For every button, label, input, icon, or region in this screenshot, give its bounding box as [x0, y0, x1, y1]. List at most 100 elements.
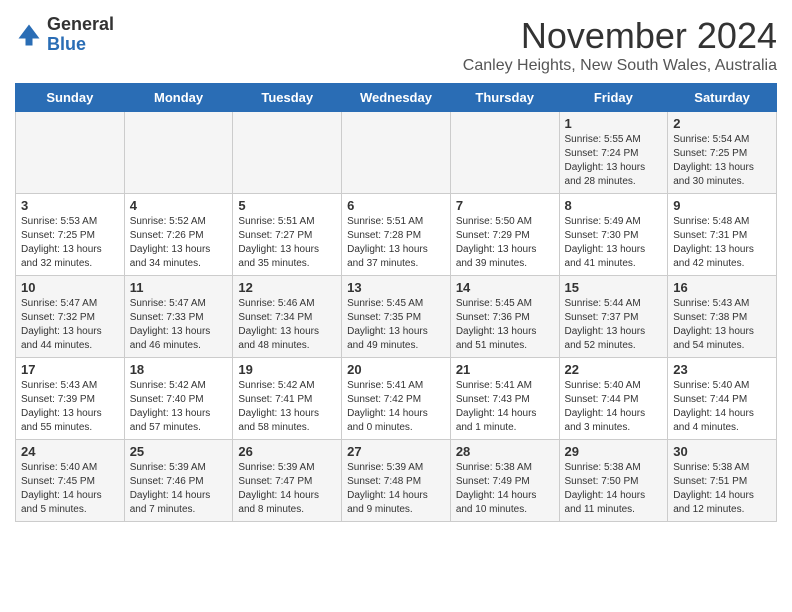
calendar-week-row: 17Sunrise: 5:43 AMSunset: 7:39 PMDayligh… [16, 358, 777, 440]
day-number: 27 [347, 444, 445, 459]
day-info: Sunrise: 5:42 AMSunset: 7:40 PMDaylight:… [130, 379, 228, 435]
calendar-week-row: 3Sunrise: 5:53 AMSunset: 7:25 PMDaylight… [16, 194, 777, 276]
logo: General Blue [15, 15, 114, 55]
day-number: 2 [673, 116, 771, 131]
logo-general: General [47, 14, 114, 34]
logo-blue: Blue [47, 34, 86, 54]
day-number: 29 [565, 444, 663, 459]
day-info: Sunrise: 5:40 AMSunset: 7:44 PMDaylight:… [673, 379, 771, 435]
day-info: Sunrise: 5:40 AMSunset: 7:45 PMDaylight:… [21, 461, 119, 517]
calendar-cell: 7 Sunrise: 5:50 AMSunset: 7:29 PMDaylight… [450, 194, 559, 276]
day-number: 10 [21, 280, 119, 295]
day-number: 7 [456, 198, 554, 213]
day-number: 28 [456, 444, 554, 459]
calendar-cell: 30Sunrise: 5:38 AMSunset: 7:51 PMDayligh… [668, 440, 777, 522]
day-info: Sunrise: 5:45 AMSunset: 7:35 PMDaylight:… [347, 297, 445, 353]
calendar-cell: 24 Sunrise: 5:40 AMSunset: 7:45 PMDayligh… [16, 440, 125, 522]
calendar-cell: 21Sunrise: 5:41 AMSunset: 7:43 PMDayligh… [450, 358, 559, 440]
calendar-cell: 6 Sunrise: 5:51 AMSunset: 7:28 PMDaylight… [342, 194, 451, 276]
day-number: 12 [238, 280, 336, 295]
calendar-cell: 9Sunrise: 5:48 AMSunset: 7:31 PMDaylight… [668, 194, 777, 276]
weekday-header: Thursday [450, 84, 559, 112]
day-number: 21 [456, 362, 554, 377]
day-info: Sunrise: 5:47 AMSunset: 7:32 PMDaylight:… [21, 297, 119, 353]
calendar-cell: 13 Sunrise: 5:45 AMSunset: 7:35 PMDayligh… [342, 276, 451, 358]
day-info: Sunrise: 5:45 AMSunset: 7:36 PMDaylight:… [456, 297, 554, 353]
day-info: Sunrise: 5:50 AMSunset: 7:29 PMDaylight:… [456, 215, 554, 271]
day-number: 17 [21, 362, 119, 377]
calendar-cell: 22 Sunrise: 5:40 AMSunset: 7:44 PMDayligh… [559, 358, 668, 440]
calendar-cell: 25 Sunrise: 5:39 AMSunset: 7:46 PMDayligh… [124, 440, 233, 522]
logo-text: General Blue [47, 15, 114, 55]
calendar-cell: 16 Sunrise: 5:43 AMSunset: 7:38 PMDayligh… [668, 276, 777, 358]
day-info: Sunrise: 5:44 AMSunset: 7:37 PMDaylight:… [565, 297, 663, 353]
day-info: Sunrise: 5:41 AMSunset: 7:42 PMDaylight:… [347, 379, 445, 435]
day-info: Sunrise: 5:51 AMSunset: 7:27 PMDaylight:… [238, 215, 336, 271]
day-number: 1 [565, 116, 663, 131]
day-info: Sunrise: 5:39 AMSunset: 7:47 PMDaylight:… [238, 461, 336, 517]
calendar-week-row: 24 Sunrise: 5:40 AMSunset: 7:45 PMDayligh… [16, 440, 777, 522]
calendar-cell: 19 Sunrise: 5:42 AMSunset: 7:41 PMDayligh… [233, 358, 342, 440]
calendar-cell: 20Sunrise: 5:41 AMSunset: 7:42 PMDayligh… [342, 358, 451, 440]
calendar-cell: 29 Sunrise: 5:38 AMSunset: 7:50 PMDayligh… [559, 440, 668, 522]
day-number: 13 [347, 280, 445, 295]
calendar-cell: 2Sunrise: 5:54 AMSunset: 7:25 PMDaylight… [668, 112, 777, 194]
day-number: 18 [130, 362, 228, 377]
calendar-cell: 28Sunrise: 5:38 AMSunset: 7:49 PMDayligh… [450, 440, 559, 522]
day-number: 26 [238, 444, 336, 459]
day-info: Sunrise: 5:43 AMSunset: 7:38 PMDaylight:… [673, 297, 771, 353]
calendar-cell [124, 112, 233, 194]
day-info: Sunrise: 5:42 AMSunset: 7:41 PMDaylight:… [238, 379, 336, 435]
day-number: 8 [565, 198, 663, 213]
calendar-cell: 1 Sunrise: 5:55 AMSunset: 7:24 PMDaylight… [559, 112, 668, 194]
day-info: Sunrise: 5:52 AMSunset: 7:26 PMDaylight:… [130, 215, 228, 271]
calendar-cell: 27Sunrise: 5:39 AMSunset: 7:48 PMDayligh… [342, 440, 451, 522]
calendar-cell: 3Sunrise: 5:53 AMSunset: 7:25 PMDaylight… [16, 194, 125, 276]
calendar-cell: 5 Sunrise: 5:51 AMSunset: 7:27 PMDaylight… [233, 194, 342, 276]
day-number: 23 [673, 362, 771, 377]
weekday-header: Friday [559, 84, 668, 112]
day-info: Sunrise: 5:38 AMSunset: 7:50 PMDaylight:… [565, 461, 663, 517]
weekday-header: Sunday [16, 84, 125, 112]
day-number: 25 [130, 444, 228, 459]
calendar-cell: 12 Sunrise: 5:46 AMSunset: 7:34 PMDayligh… [233, 276, 342, 358]
location-subtitle: Canley Heights, New South Wales, Austral… [463, 57, 777, 75]
day-info: Sunrise: 5:38 AMSunset: 7:51 PMDaylight:… [673, 461, 771, 517]
day-number: 6 [347, 198, 445, 213]
day-info: Sunrise: 5:47 AMSunset: 7:33 PMDaylight:… [130, 297, 228, 353]
calendar-cell: 26 Sunrise: 5:39 AMSunset: 7:47 PMDayligh… [233, 440, 342, 522]
day-info: Sunrise: 5:40 AMSunset: 7:44 PMDaylight:… [565, 379, 663, 435]
calendar-cell: 18 Sunrise: 5:42 AMSunset: 7:40 PMDayligh… [124, 358, 233, 440]
calendar-cell: 14 Sunrise: 5:45 AMSunset: 7:36 PMDayligh… [450, 276, 559, 358]
day-info: Sunrise: 5:46 AMSunset: 7:34 PMDaylight:… [238, 297, 336, 353]
day-number: 22 [565, 362, 663, 377]
calendar-cell [233, 112, 342, 194]
weekday-header: Monday [124, 84, 233, 112]
day-number: 15 [565, 280, 663, 295]
day-number: 11 [130, 280, 228, 295]
calendar-cell: 23 Sunrise: 5:40 AMSunset: 7:44 PMDayligh… [668, 358, 777, 440]
page-header: General Blue November 2024 Canley Height… [15, 15, 777, 75]
day-info: Sunrise: 5:55 AMSunset: 7:24 PMDaylight:… [565, 133, 663, 189]
day-number: 14 [456, 280, 554, 295]
day-number: 24 [21, 444, 119, 459]
logo-icon [15, 21, 43, 49]
day-number: 16 [673, 280, 771, 295]
calendar-cell: 8 Sunrise: 5:49 AMSunset: 7:30 PMDaylight… [559, 194, 668, 276]
day-info: Sunrise: 5:49 AMSunset: 7:30 PMDaylight:… [565, 215, 663, 271]
weekday-header: Tuesday [233, 84, 342, 112]
day-number: 19 [238, 362, 336, 377]
calendar-week-row: 10 Sunrise: 5:47 AMSunset: 7:32 PMDayligh… [16, 276, 777, 358]
calendar-week-row: 1 Sunrise: 5:55 AMSunset: 7:24 PMDaylight… [16, 112, 777, 194]
day-number: 3 [21, 198, 119, 213]
calendar-cell: 11 Sunrise: 5:47 AMSunset: 7:33 PMDayligh… [124, 276, 233, 358]
calendar-cell [16, 112, 125, 194]
day-info: Sunrise: 5:51 AMSunset: 7:28 PMDaylight:… [347, 215, 445, 271]
calendar-table: SundayMondayTuesdayWednesdayThursdayFrid… [15, 83, 777, 522]
calendar-cell [450, 112, 559, 194]
day-info: Sunrise: 5:39 AMSunset: 7:46 PMDaylight:… [130, 461, 228, 517]
day-number: 5 [238, 198, 336, 213]
day-number: 9 [673, 198, 771, 213]
weekday-header: Saturday [668, 84, 777, 112]
day-number: 4 [130, 198, 228, 213]
